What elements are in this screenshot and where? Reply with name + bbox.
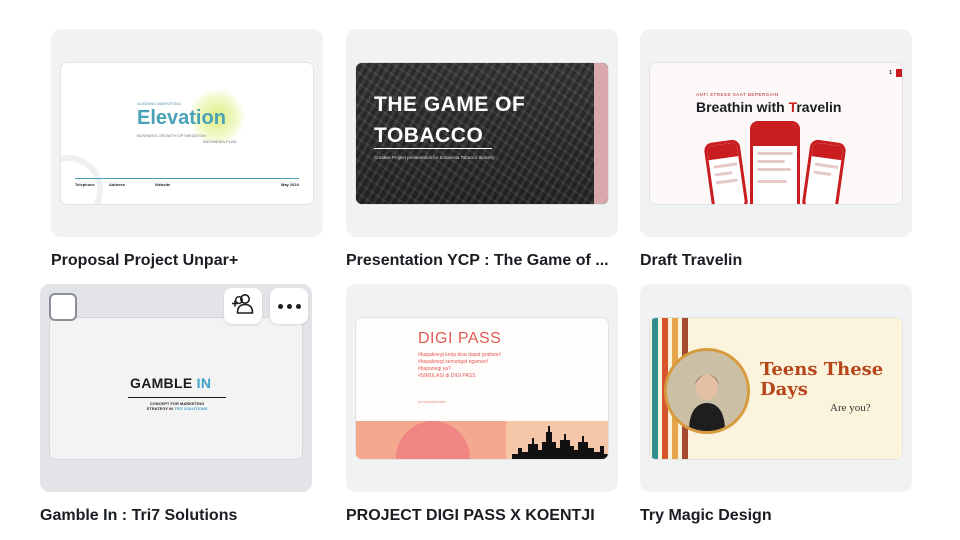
city-skyline-icon — [512, 426, 608, 459]
design-card-digipass[interactable]: DIGI PASS #bapaknegi kerja bisa dapat gr… — [346, 284, 618, 492]
heading-underline — [128, 397, 226, 398]
design-thumbnail: GAMBLE IN CONCEPT FOR MARKETING STRATEGY… — [50, 318, 302, 459]
thumb-subtitle: Are you? — [830, 402, 871, 414]
design-thumbnail: 1 ANTI STRESS SAAT BEPERGIAN Breathin wi… — [650, 63, 902, 204]
design-thumbnail: THE GAME OF TOBACCO Creative Project pre… — [356, 63, 608, 204]
design-thumbnail: Teens These Days Are you? — [650, 318, 902, 459]
thumb-hashtags: #bapaknegi kerja bisa dapat gratisan! #b… — [418, 352, 502, 379]
portrait-photo — [664, 348, 750, 434]
design-title[interactable]: Gamble In : Tri7 Solutions — [40, 507, 237, 525]
divider — [75, 178, 299, 179]
footer-col: Telephone — [75, 182, 95, 187]
stripe-decoration — [652, 318, 658, 459]
select-checkbox[interactable] — [49, 293, 77, 321]
thumb-footnote: presentasi kami — [418, 399, 447, 404]
design-title[interactable]: Try Magic Design — [640, 507, 772, 525]
thumb-subheading: BUSINESS GROWTH OPTIMIZATION — [137, 133, 206, 138]
thumb-heading: GAMBLE IN — [130, 375, 212, 391]
design-title[interactable]: PROJECT DIGI PASS X KOENTJI — [346, 507, 595, 525]
design-thumbnail: ALIGNING MARKETING Elevation BUSINESS GR… — [61, 63, 313, 204]
more-options-icon — [277, 303, 301, 309]
thumb-heading-line2: TOBACCO — [374, 124, 484, 147]
thumb-heading: DIGI PASS — [418, 330, 502, 347]
design-card-ycp[interactable]: THE GAME OF TOBACCO Creative Project pre… — [346, 29, 618, 237]
share-people-icon — [230, 293, 256, 320]
thumb-subtitle: Creative Project presentation for Indone… — [374, 155, 495, 160]
phone-mockup-center — [750, 121, 800, 204]
thumb-date: May 2024 — [281, 182, 299, 187]
design-thumbnail: DIGI PASS #bapaknegi kerja bisa dapat gr… — [356, 318, 608, 459]
phone-mockup-left — [703, 138, 749, 204]
phone-mockup-right — [801, 138, 847, 204]
thumb-subheading-2: INDONESIA PLAN — [203, 139, 237, 144]
design-card-magic[interactable]: Teens These Days Are you? — [640, 284, 912, 492]
heading-underline — [374, 148, 492, 149]
side-strip — [594, 63, 608, 204]
thumb-heading: Breathin with Travelin — [696, 99, 842, 115]
footer-col: Address — [109, 182, 126, 187]
thumb-tagline: ANTI STRESS SAAT BEPERGIAN — [696, 92, 779, 97]
page-marker — [896, 69, 902, 77]
design-card-gamble-in[interactable]: GAMBLE IN CONCEPT FOR MARKETING STRATEGY… — [40, 284, 312, 492]
design-title[interactable]: Draft Travelin — [640, 252, 742, 270]
design-card-proposal[interactable]: ALIGNING MARKETING Elevation BUSINESS GR… — [51, 29, 323, 237]
thumb-heading-line1: THE GAME OF — [374, 93, 526, 116]
more-options-button[interactable] — [270, 288, 308, 324]
design-title[interactable]: Presentation YCP : The Game of ... — [346, 252, 609, 270]
footer-col: Website — [155, 182, 171, 187]
thumb-tagline: ALIGNING MARKETING — [137, 101, 182, 106]
design-title[interactable]: Proposal Project Unpar+ — [51, 252, 238, 270]
thumb-heading: Elevation — [137, 107, 226, 129]
thumb-heading: Teens These Days — [760, 359, 884, 400]
share-button[interactable] — [224, 288, 262, 324]
thumb-subtitle: CONCEPT FOR MARKETING STRATEGY IN TRI7 S… — [146, 401, 208, 411]
ring-decoration — [61, 155, 103, 204]
design-card-travelin[interactable]: 1 ANTI STRESS SAAT BEPERGIAN Breathin wi… — [640, 29, 912, 237]
page-number: 1 — [889, 70, 892, 76]
